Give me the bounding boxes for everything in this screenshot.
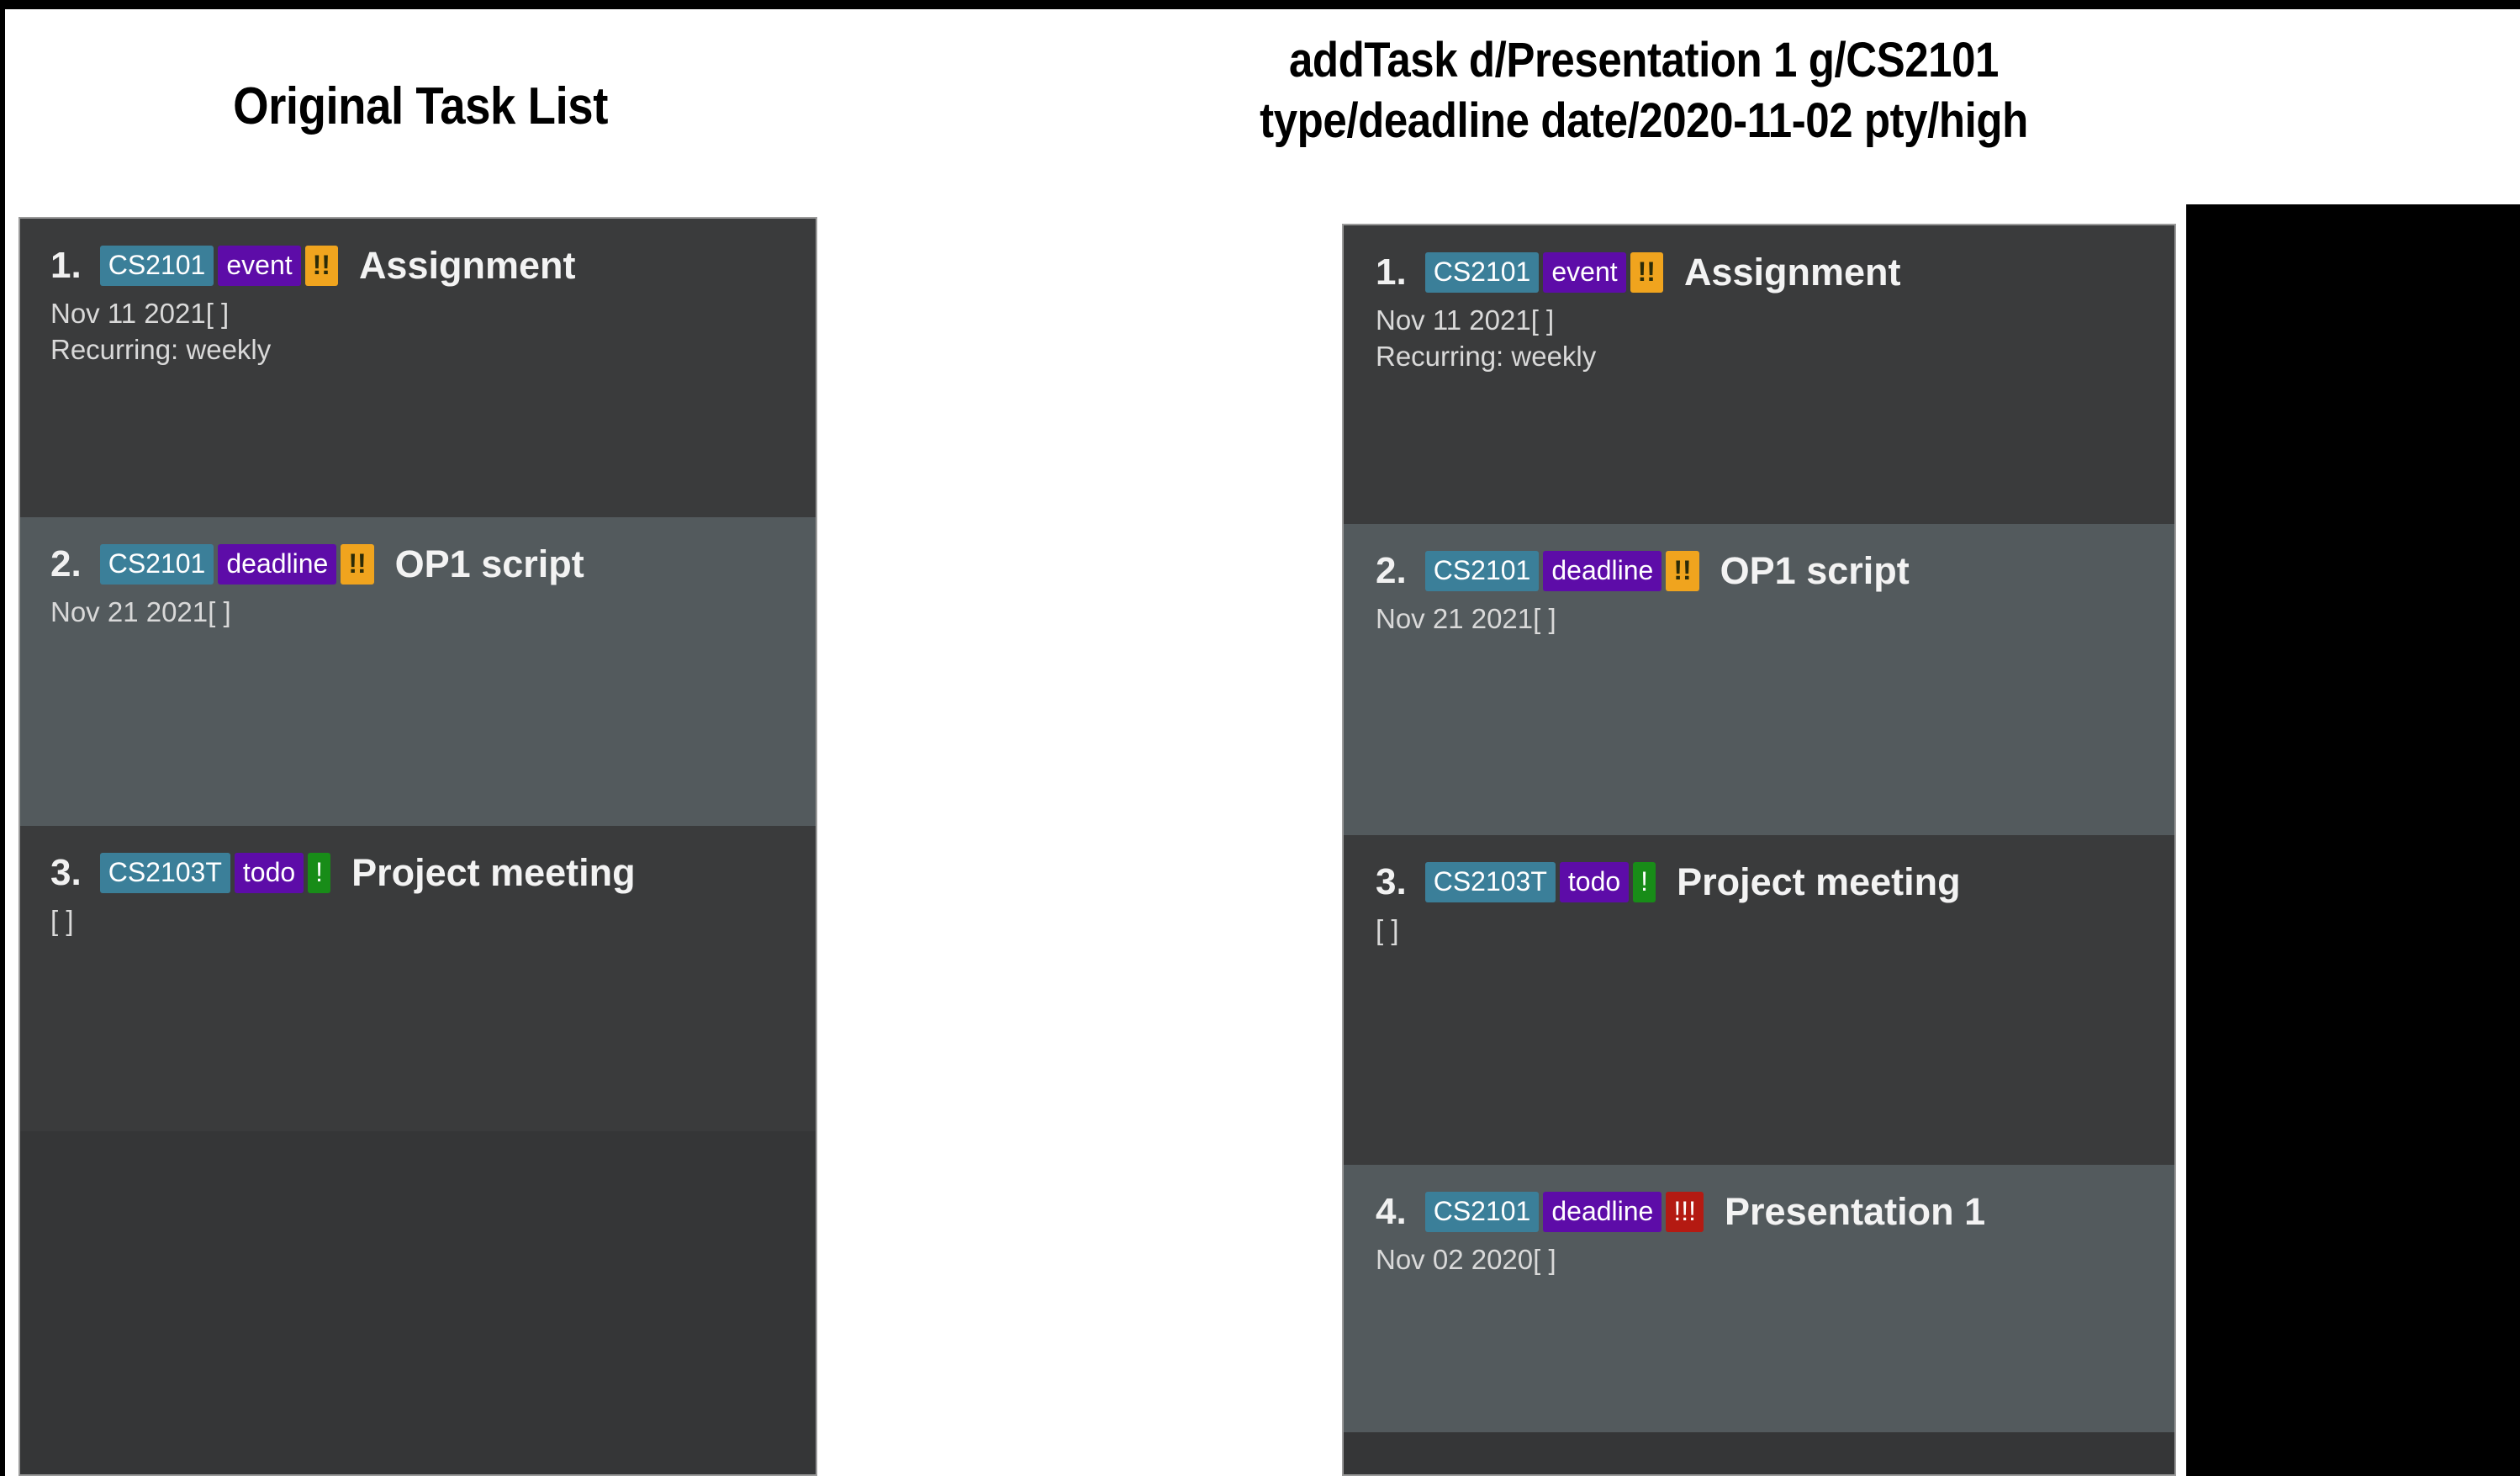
- group-tag: CS2101: [1424, 252, 1540, 293]
- type-tag: deadline: [1543, 1192, 1662, 1232]
- task-row-header: 1. CS2101 event!! Assignment: [1376, 225, 2174, 294]
- task-title: OP1 script: [1720, 549, 1910, 592]
- task-title: OP1 script: [394, 542, 584, 585]
- group-tag: CS2101: [1424, 551, 1540, 591]
- task-tag-group: CS2101 event!!: [1424, 252, 1667, 293]
- priority-tag: !!: [304, 246, 338, 286]
- task-index: 2.: [1376, 550, 1407, 591]
- group-tag: CS2103T: [99, 853, 230, 893]
- priority-tag: !!: [1666, 551, 1699, 591]
- type-tag: deadline: [1543, 551, 1662, 591]
- top-black-strip: [0, 0, 2520, 9]
- group-tag: CS2103T: [1424, 862, 1556, 902]
- task-date: Nov 02 2020[ ]: [1376, 1244, 1556, 1275]
- task-tag-group: CS2101 event!!: [99, 246, 342, 286]
- priority-tag: !!: [1630, 252, 1663, 293]
- task-row-header: 2. CS2101 deadline!! OP1 script: [1376, 524, 2174, 593]
- task-index: 3.: [50, 852, 82, 893]
- command-heading-line-1: addTask d/Presentation 1 g/CS2101: [1288, 33, 2000, 87]
- task-title: Project meeting: [1677, 860, 1961, 903]
- task-row[interactable]: 3. CS2103T todo! Project meeting [ ]: [1344, 835, 2174, 1165]
- task-row-header: 3. CS2103T todo! Project meeting: [50, 826, 816, 895]
- task-row-header: 4. CS2101 deadline!!! Presentation 1: [1376, 1165, 2174, 1234]
- task-row-header: 3. CS2103T todo! Project meeting: [1376, 835, 2174, 904]
- type-tag: todo: [1559, 862, 1630, 902]
- task-index: 1.: [1376, 251, 1407, 293]
- task-title: Presentation 1: [1725, 1190, 1986, 1233]
- right-black-block: [2186, 204, 2520, 1476]
- task-row[interactable]: 1. CS2101 event!! Assignment Nov 11 2021[ ] R…: [20, 219, 816, 517]
- task-tag-group: CS2101 deadline!!: [1424, 551, 1704, 591]
- empty-task-row: [1344, 1432, 2174, 1474]
- command-heading-line-2: type/deadline date/2020-11-02 pty/high: [1260, 93, 2028, 148]
- task-index: 3.: [1376, 861, 1407, 902]
- task-row[interactable]: 3. CS2103T todo! Project meeting [ ]: [20, 826, 816, 1131]
- task-title: Project meeting: [351, 851, 636, 894]
- screenshot-root: Original Task List addTask d/Presentatio…: [0, 0, 2520, 1476]
- updated-task-list-panel[interactable]: 1. CS2101 event!! Assignment Nov 11 2021[ ] R…: [1342, 224, 2176, 1476]
- task-index: 1.: [50, 245, 82, 286]
- task-date: Nov 11 2021[ ]: [50, 298, 230, 329]
- task-date: Nov 21 2021[ ]: [50, 596, 231, 627]
- task-row-header: 1. CS2101 event!! Assignment: [50, 219, 816, 288]
- left-panel-heading: Original Task List: [233, 77, 608, 135]
- task-row[interactable]: 4. CS2101 deadline!!! Presentation 1 Nov 02 …: [1344, 1165, 2174, 1432]
- task-date: [ ]: [50, 905, 74, 936]
- priority-tag: !: [308, 853, 331, 893]
- type-tag: event: [1543, 252, 1626, 293]
- task-title: Assignment: [1683, 251, 1901, 294]
- type-tag: todo: [234, 853, 304, 893]
- group-tag: CS2101: [99, 544, 214, 585]
- task-row-header: 2. CS2101 deadline!! OP1 script: [50, 517, 816, 586]
- left-black-edge: [0, 0, 5, 1476]
- task-tag-group: CS2101 deadline!!!: [1424, 1192, 1708, 1232]
- type-tag: event: [218, 246, 301, 286]
- task-date: Nov 21 2021[ ]: [1376, 603, 1556, 634]
- task-index: 4.: [1376, 1191, 1407, 1232]
- type-tag: deadline: [218, 544, 337, 585]
- task-index: 2.: [50, 543, 82, 585]
- task-date: [ ]: [1376, 914, 1399, 945]
- task-row[interactable]: 2. CS2101 deadline!! OP1 script Nov 21 2021[…: [20, 517, 816, 826]
- task-tag-group: CS2101 deadline!!: [99, 544, 378, 585]
- group-tag: CS2101: [99, 246, 214, 286]
- priority-tag: !: [1633, 862, 1656, 902]
- task-date: Nov 11 2021[ ]: [1376, 304, 1555, 336]
- group-tag: CS2101: [1424, 1192, 1540, 1232]
- original-task-list-panel[interactable]: 1. CS2101 event!! Assignment Nov 11 2021[ ] R…: [18, 217, 817, 1476]
- empty-task-row: [20, 1131, 816, 1474]
- priority-tag: !!!: [1666, 1192, 1704, 1232]
- task-row[interactable]: 1. CS2101 event!! Assignment Nov 11 2021[ ] R…: [1344, 225, 2174, 524]
- priority-tag: !!: [341, 544, 374, 585]
- task-row[interactable]: 2. CS2101 deadline!! OP1 script Nov 21 2021[…: [1344, 524, 2174, 835]
- task-title: Assignment: [358, 244, 576, 287]
- right-panel-heading: addTask d/Presentation 1 g/CS2101 type/d…: [1152, 30, 2136, 151]
- task-tag-group: CS2103T todo!: [99, 853, 335, 893]
- task-tag-group: CS2103T todo!: [1424, 862, 1660, 902]
- task-recurrence: Recurring: weekly: [1376, 341, 1597, 372]
- task-recurrence: Recurring: weekly: [50, 334, 272, 365]
